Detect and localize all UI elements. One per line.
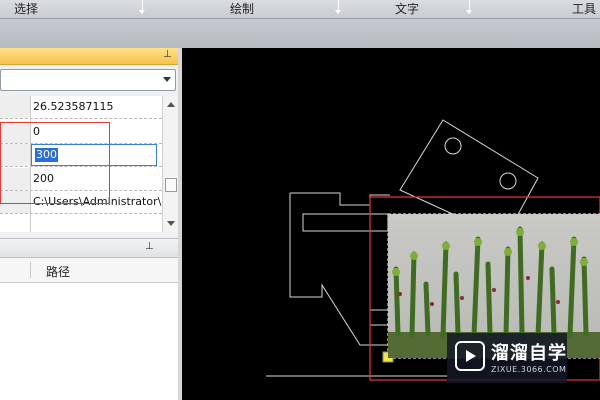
profile-outline (290, 192, 390, 206)
slot-rect (302, 213, 389, 232)
watermark-logo: 溜溜自学 ZIXUE.3066.COM (447, 333, 567, 383)
watermark-title: 溜溜自学 (491, 343, 567, 364)
plate-hole (499, 172, 517, 190)
watermark-subtitle: ZIXUE.3066.COM (491, 365, 567, 374)
play-icon (455, 341, 485, 371)
plate-hole (444, 137, 462, 155)
profile-outline (289, 193, 388, 346)
